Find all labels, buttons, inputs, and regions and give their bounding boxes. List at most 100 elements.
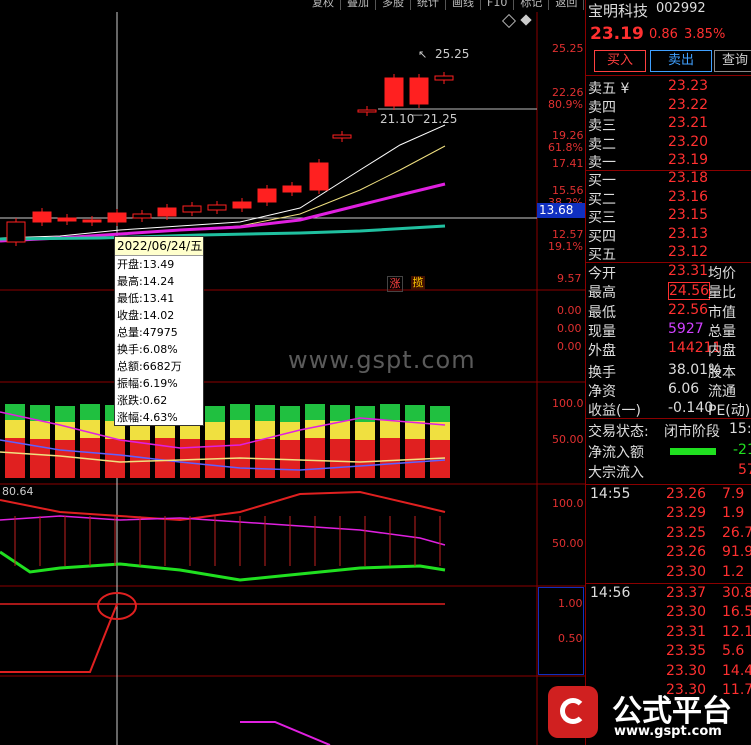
toolbar-overlay-button[interactable]: 叠加 xyxy=(341,0,376,10)
osc-green xyxy=(0,550,446,582)
quote-panel: 宝明科技 002992 23.19 0.86 3.85% 买入 卖出 查询 卖五… xyxy=(585,0,751,745)
quote-row: 今开 23.31 均价 xyxy=(586,263,751,282)
candle-body xyxy=(409,77,429,105)
quote-row: 买四 23.13 xyxy=(586,226,751,245)
tick-time: 14:56 xyxy=(590,585,631,601)
stock-change: 0.86 xyxy=(649,27,678,42)
indicator-bar xyxy=(380,404,400,420)
quote-value: -0.140 xyxy=(668,400,714,417)
toolbar-multistock-button[interactable]: 多股 xyxy=(376,0,411,10)
indicator-bar xyxy=(105,439,125,478)
toolbar-back-button[interactable]: 返回 xyxy=(549,0,585,10)
quote-row: 14:55 23.26 7.9 xyxy=(586,486,751,505)
toolbar: 复权 叠加 多股 统计 画线 F10 标记 返回 xyxy=(306,0,585,10)
tick-price: 23.30 xyxy=(666,604,707,621)
ask-label: 卖三 xyxy=(588,118,616,135)
divider xyxy=(586,418,751,419)
candle-body xyxy=(6,221,26,243)
indicator-bar xyxy=(205,422,225,440)
bid-price: 23.18 xyxy=(668,170,709,186)
price-tick: 0.00 xyxy=(557,322,582,335)
quote-label: 现量 xyxy=(588,323,616,340)
watermark: www.gspt.com xyxy=(288,346,476,374)
quote-row: 23.30 14.4 xyxy=(586,663,751,682)
stock-code: 002992 xyxy=(656,1,706,16)
tick-volume: 16.5 xyxy=(722,604,751,621)
quote-row: 23.35 5.6 xyxy=(586,643,751,662)
price-tick: 9.57 xyxy=(557,272,582,285)
ma-magenta xyxy=(0,182,446,243)
toolbar-mark-button[interactable]: 标记 xyxy=(514,0,550,10)
ask-price: 23.19 xyxy=(668,152,709,169)
candle-body xyxy=(207,204,227,211)
query-button[interactable]: 查询 xyxy=(714,50,751,72)
signal-badge: 揽 xyxy=(411,276,425,290)
high-marker-icon: ↖ xyxy=(418,48,428,61)
quote-row: 买五 23.12 xyxy=(586,244,751,263)
quote-row: 换手 38.01% 股本 xyxy=(586,362,751,381)
tooltip-row: 开盘:13.49 xyxy=(117,258,175,271)
quote-label2: 均价 xyxy=(708,266,736,282)
quote-label2: 量比 xyxy=(708,285,736,302)
low-annotation-left: 21.10 xyxy=(380,112,415,126)
quote-label: 今开 xyxy=(588,266,616,282)
quote-value: 5927 xyxy=(668,320,704,337)
ind-tick: 100.0 xyxy=(552,397,584,410)
quote-row: 23.25 26.7 xyxy=(586,525,751,544)
buy-button[interactable]: 买入 xyxy=(594,50,646,72)
indicator-bar xyxy=(355,440,375,478)
ind-tick: 50.00 xyxy=(552,537,584,550)
signal-badge: 涨 xyxy=(387,276,403,292)
quote-row: 收益(一) -0.140 PE(动) xyxy=(586,400,751,419)
quote-row: 卖三 23.21 xyxy=(586,115,751,134)
tick-volume: 7.9 xyxy=(722,486,745,502)
indicator-bar xyxy=(230,420,250,438)
toolbar-draw-button[interactable]: 画线 xyxy=(446,0,481,10)
indicator-bar xyxy=(155,438,175,478)
candle-body xyxy=(309,162,329,191)
flow-value: -21 xyxy=(733,442,751,458)
toolbar-restore-button[interactable]: 复权 xyxy=(306,0,341,10)
indicator-bar xyxy=(80,420,100,438)
price-tick: 0.00 xyxy=(557,340,582,353)
ask-label: 卖四 xyxy=(588,99,616,116)
candle-body xyxy=(57,217,77,222)
bid-label: 买二 xyxy=(588,191,616,208)
quote-row: 23.31 12.1 xyxy=(586,624,751,643)
sell-button[interactable]: 卖出 xyxy=(650,50,712,72)
tooltip-row: 振幅:6.19% xyxy=(117,377,178,390)
bid-label: 买四 xyxy=(588,228,616,245)
quote-label2: 市值 xyxy=(708,304,736,321)
ask-price: 23.20 xyxy=(668,133,709,150)
candle-body xyxy=(132,213,152,219)
candle-body xyxy=(434,75,454,81)
tooltip-row: 收盘:14.02 xyxy=(117,309,175,322)
tooltip-row: 总量:47975 xyxy=(117,326,178,339)
indicator-bar xyxy=(180,439,200,478)
indicator-bar xyxy=(280,406,300,422)
divider xyxy=(586,484,751,485)
tick-volume: 26.7 xyxy=(722,524,751,541)
flow-bar xyxy=(670,448,716,455)
indicator-bar xyxy=(55,406,75,422)
candle-body xyxy=(282,185,302,193)
tick-price: 23.35 xyxy=(666,643,707,660)
quote-row: 卖四 23.22 xyxy=(586,97,751,116)
quote-value: 6.06 xyxy=(668,380,700,397)
quote-row: 23.26 91.9 xyxy=(586,544,751,563)
trade-status-label: 交易状态: xyxy=(588,424,649,440)
indicator-bar xyxy=(30,421,50,439)
indicator-bar xyxy=(230,404,250,420)
quote-label2: 股本 xyxy=(708,364,736,381)
candle-body xyxy=(232,201,252,209)
candles xyxy=(6,72,454,246)
tick-price: 23.30 xyxy=(666,662,707,679)
ask-label: 卖五 ¥ xyxy=(588,81,630,97)
toolbar-stats-button[interactable]: 统计 xyxy=(411,0,446,10)
indicator-bar xyxy=(5,420,25,438)
ask-label: 卖二 xyxy=(588,136,616,153)
quote-label: 最高 xyxy=(588,285,616,302)
ask-price: 23.21 xyxy=(668,115,709,132)
toolbar-f10-button[interactable]: F10 xyxy=(481,0,515,10)
quote-row: 最低 22.56 市值 xyxy=(586,302,751,321)
